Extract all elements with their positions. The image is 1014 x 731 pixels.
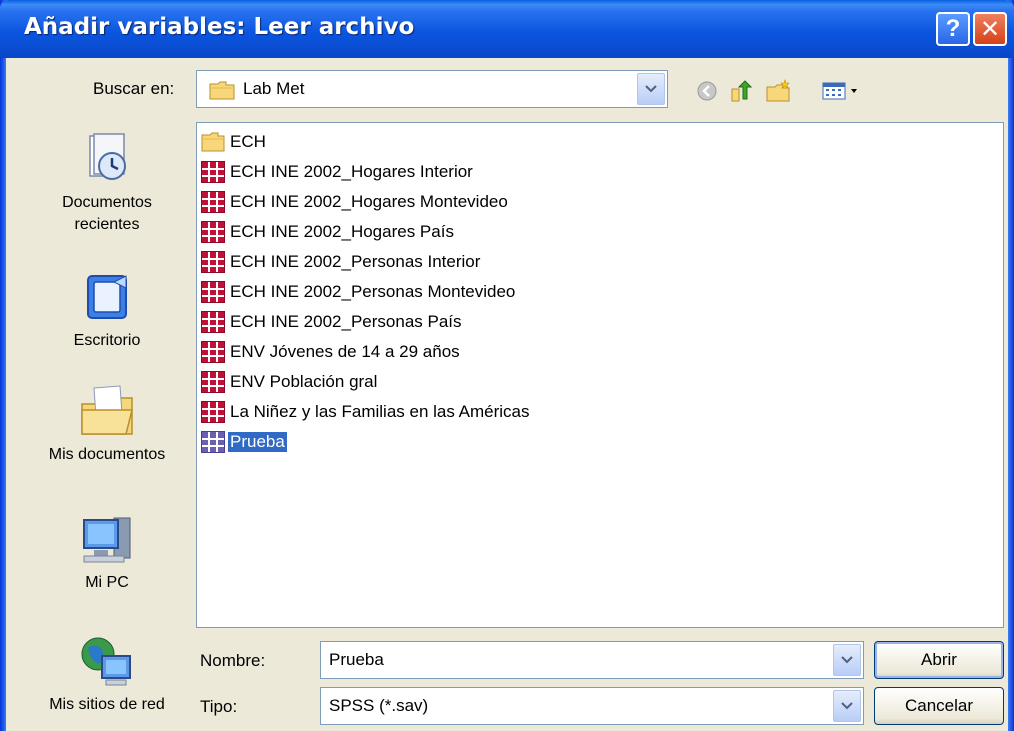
- new-folder-icon: [766, 79, 790, 102]
- file-name: Prueba: [228, 432, 287, 452]
- filename-value: Prueba: [329, 650, 384, 669]
- recent-documents-icon: [76, 132, 138, 188]
- filename-input[interactable]: Prueba: [320, 641, 864, 679]
- chevron-down-icon[interactable]: [833, 690, 861, 722]
- list-item-file[interactable]: La Niñez y las Familias en las Américas: [201, 399, 532, 425]
- file-name: ECH INE 2002_Hogares Interior: [230, 162, 473, 181]
- file-name: ECH INE 2002_Hogares Montevideo: [230, 192, 508, 211]
- up-folder-icon: [731, 80, 753, 102]
- chevron-down-icon[interactable]: [637, 73, 665, 105]
- my-documents-icon: [76, 384, 138, 440]
- spss-data-file-icon: [201, 281, 225, 303]
- place-label: Mis sitios de red: [49, 696, 165, 713]
- back-arrow-icon: [697, 81, 717, 101]
- lookin-label: Buscar en:: [93, 79, 175, 98]
- up-folder-button[interactable]: [728, 78, 754, 104]
- spss-data-file-icon: [201, 191, 225, 213]
- place-network[interactable]: Mis sitios de red: [30, 634, 184, 716]
- spss-data-file-icon: [201, 431, 225, 453]
- folder-icon: [201, 132, 225, 152]
- list-item-folder[interactable]: ECH: [201, 129, 268, 155]
- place-desktop[interactable]: Escritorio: [30, 270, 184, 352]
- my-computer-icon: [76, 512, 138, 568]
- window-frame-right: [1008, 0, 1014, 731]
- file-list[interactable]: ECH ECH INE 2002_Hogares Interior ECH IN…: [196, 122, 1004, 628]
- list-item-file[interactable]: ENV Población gral: [201, 369, 379, 395]
- help-button[interactable]: ?: [936, 12, 970, 46]
- place-my-computer[interactable]: Mi PC: [30, 512, 184, 594]
- list-item-file[interactable]: ECH INE 2002_Personas Montevideo: [201, 279, 517, 305]
- cancel-button[interactable]: Cancelar: [874, 687, 1004, 725]
- list-item-file[interactable]: ECH INE 2002_Hogares Montevideo: [201, 189, 510, 215]
- place-recent-documents[interactable]: Documentos recientes: [30, 132, 184, 236]
- list-item-file[interactable]: ECH INE 2002_Hogares País: [201, 219, 456, 245]
- filetype-dropdown[interactable]: SPSS (*.sav): [320, 687, 864, 725]
- help-icon: ?: [945, 15, 961, 42]
- place-label: Documentos recientes: [62, 194, 152, 233]
- list-item-file[interactable]: ECH INE 2002_Personas Interior: [201, 249, 482, 275]
- file-name: ECH: [230, 132, 266, 151]
- spss-data-file-icon: [201, 371, 225, 393]
- close-icon: ✕: [979, 15, 1001, 43]
- place-my-documents[interactable]: Mis documentos: [30, 384, 184, 466]
- file-name: ENV Jóvenes de 14 a 29 años: [230, 342, 460, 361]
- list-item-file[interactable]: ECH INE 2002_Personas País: [201, 309, 464, 335]
- filename-label: Nombre:: [200, 651, 266, 670]
- file-name: ECH INE 2002_Hogares País: [230, 222, 454, 241]
- back-button[interactable]: [694, 78, 720, 104]
- lookin-value: Lab Met: [243, 79, 305, 98]
- desktop-icon: [76, 270, 138, 326]
- spss-data-file-icon: [201, 401, 225, 423]
- folder-icon: [209, 81, 235, 100]
- list-item-file[interactable]: ENV Jóvenes de 14 a 29 años: [201, 339, 462, 365]
- spss-data-file-icon: [201, 251, 225, 273]
- lookin-dropdown[interactable]: Lab Met: [196, 70, 668, 108]
- view-menu-button[interactable]: [820, 78, 862, 104]
- file-name: ENV Población gral: [230, 372, 378, 391]
- title-bar[interactable]: Añadir variables: Leer archivo ? ✕: [0, 0, 1014, 58]
- spss-data-file-icon: [201, 341, 225, 363]
- view-menu-icon: [822, 82, 857, 100]
- file-name: ECH INE 2002_Personas Interior: [230, 252, 481, 271]
- file-name: ECH INE 2002_Personas País: [230, 312, 462, 331]
- network-places-icon: [76, 634, 138, 690]
- filetype-label: Tipo:: [200, 697, 238, 716]
- window-frame-left: [0, 0, 6, 731]
- chevron-down-icon[interactable]: [833, 644, 861, 676]
- places-bar: Documentos recientes Escritorio Mis docu…: [30, 122, 184, 728]
- spss-data-file-icon: [201, 161, 225, 183]
- file-name: La Niñez y las Familias en las Américas: [230, 402, 530, 421]
- spss-data-file-icon: [201, 311, 225, 333]
- close-button[interactable]: ✕: [973, 12, 1007, 46]
- open-button[interactable]: Abrir: [874, 641, 1004, 679]
- window-title: Añadir variables: Leer archivo: [24, 14, 415, 40]
- file-name: ECH INE 2002_Personas Montevideo: [230, 282, 516, 301]
- new-folder-button[interactable]: [766, 78, 792, 104]
- list-item-file[interactable]: ECH INE 2002_Hogares Interior: [201, 159, 475, 185]
- place-label: Escritorio: [73, 332, 141, 349]
- spss-data-file-icon: [201, 221, 225, 243]
- place-label: Mi PC: [85, 574, 129, 591]
- filetype-value: SPSS (*.sav): [329, 696, 429, 715]
- list-item-file-selected[interactable]: Prueba: [201, 429, 287, 455]
- place-label: Mis documentos: [48, 446, 166, 463]
